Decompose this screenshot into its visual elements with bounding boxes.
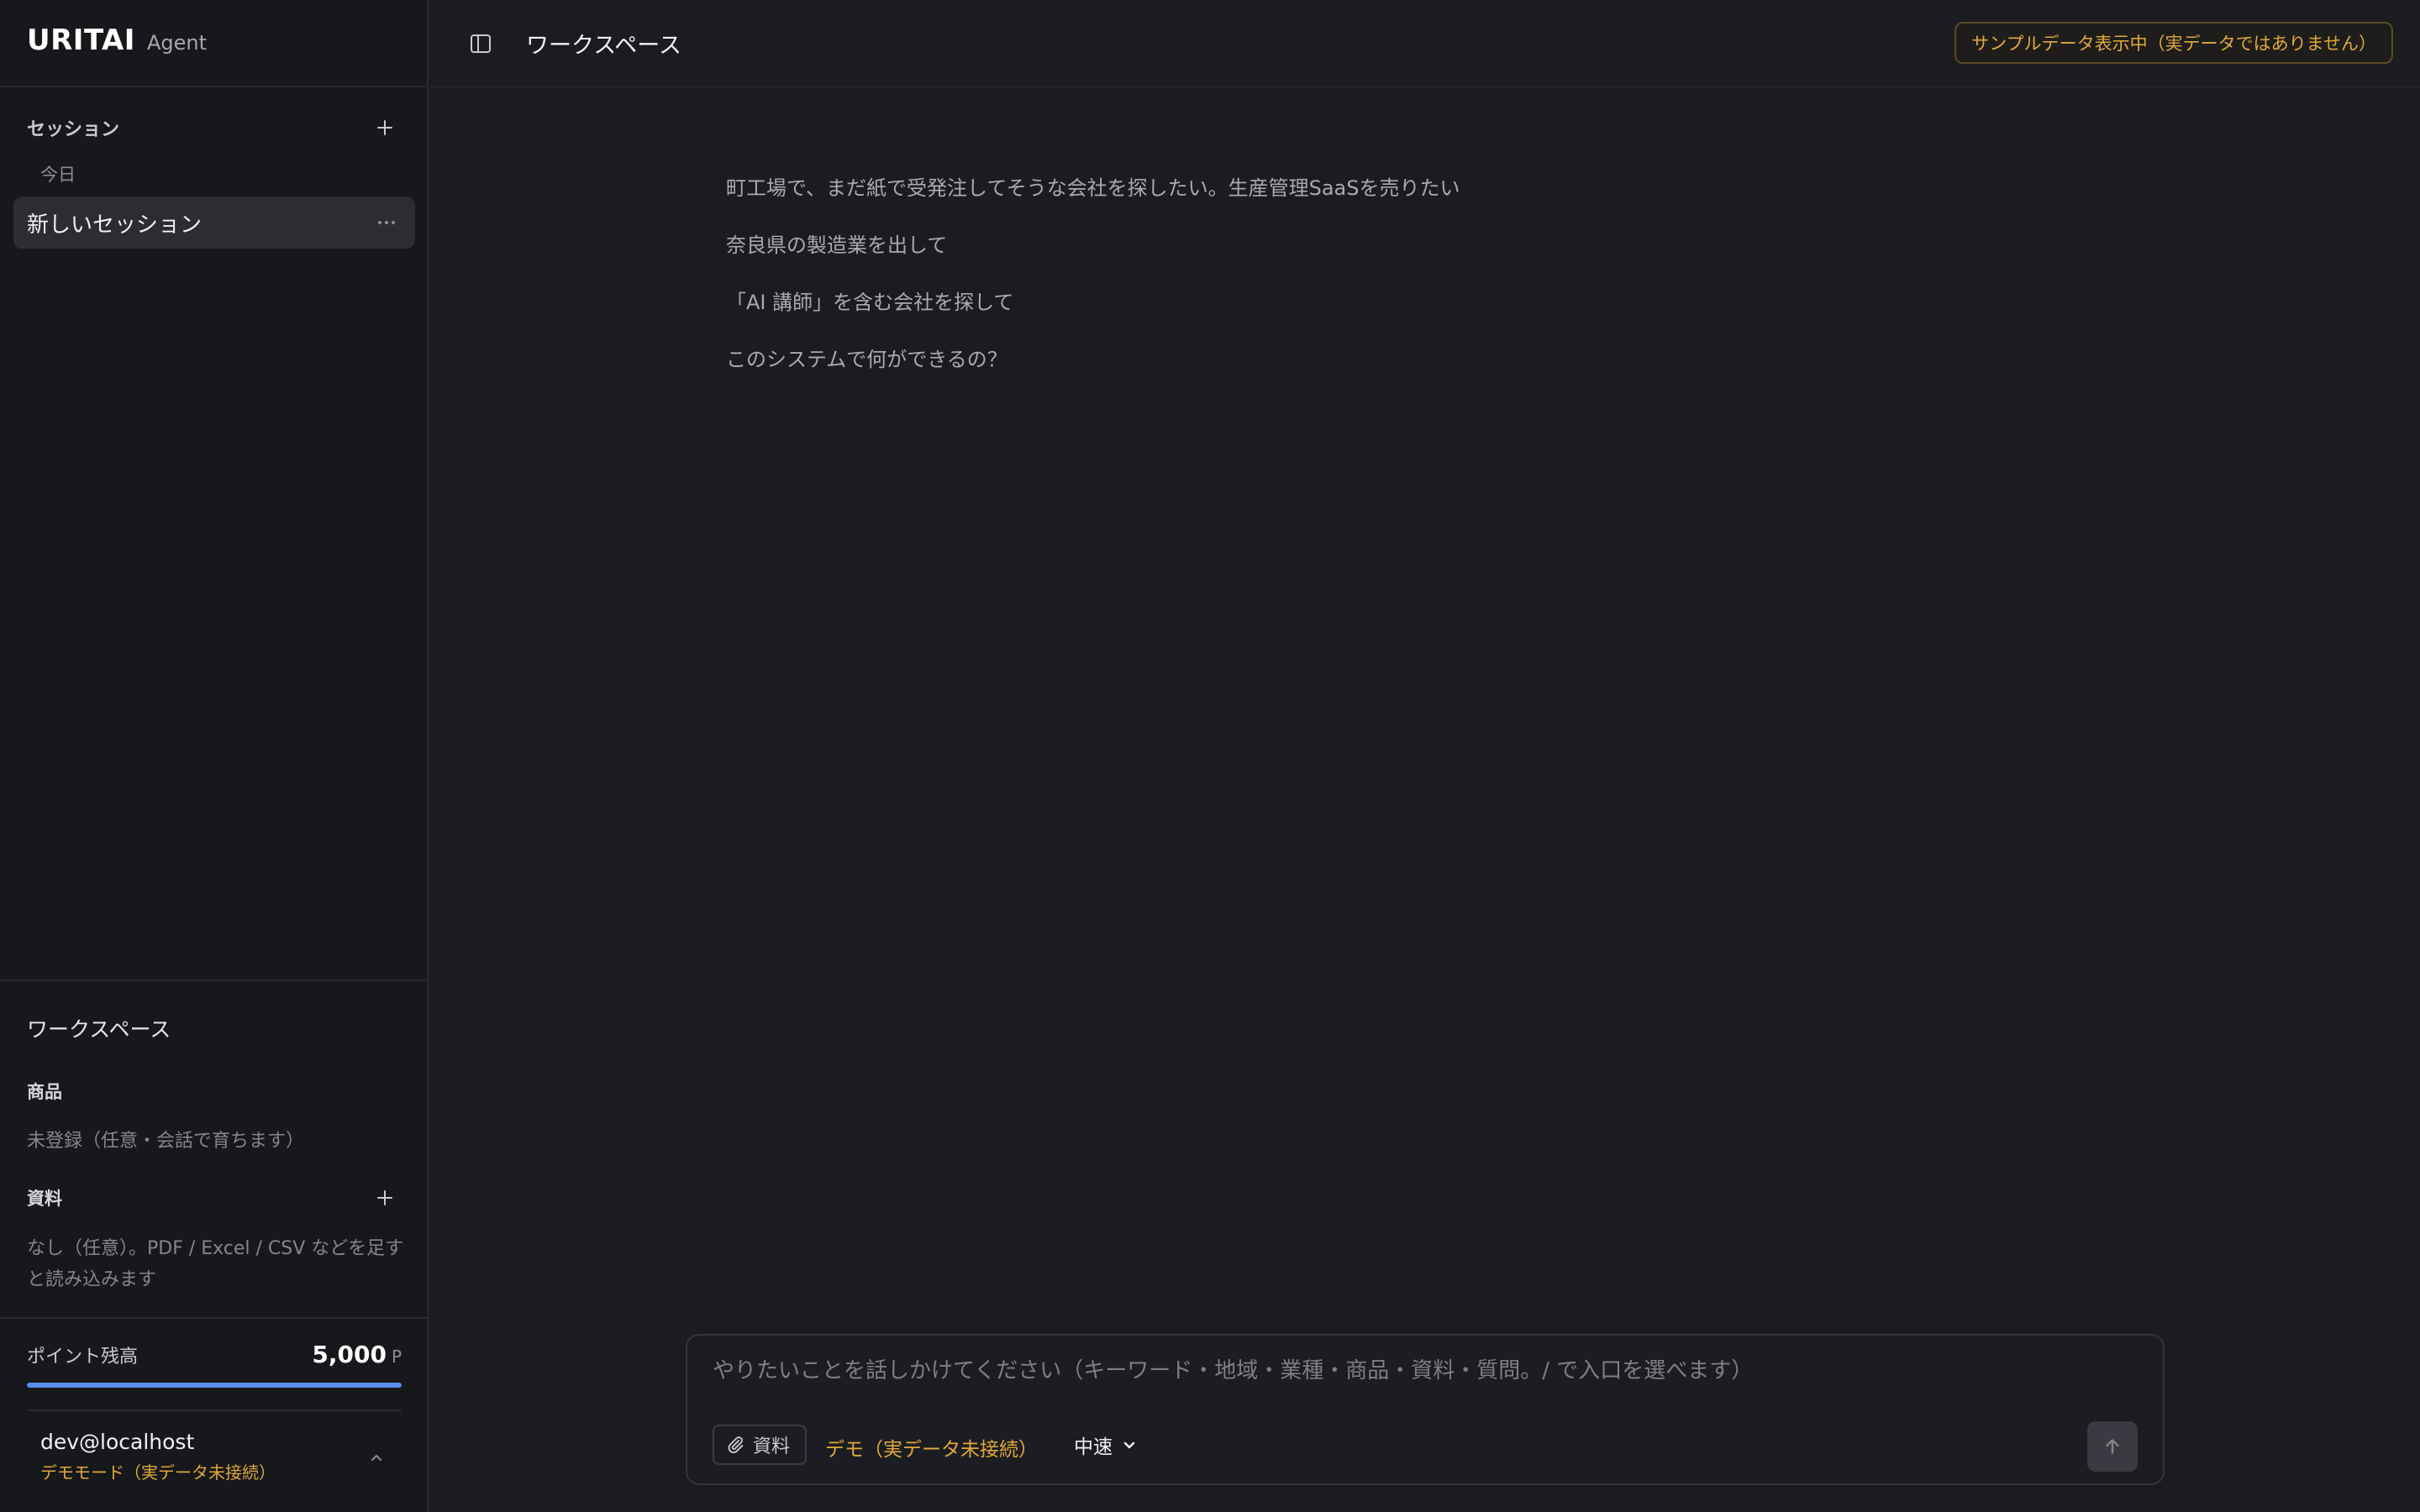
session-group-label: 今日 — [40, 165, 76, 185]
points-amount: 5,000 P — [312, 1341, 402, 1368]
divider — [0, 979, 427, 981]
session-item[interactable]: 新しいセッション — [13, 197, 415, 249]
top-bar: ワークスペース サンプルデータ表示中（実データではありません） — [430, 0, 2420, 87]
demo-status: デモ（実データ未接続） — [825, 1439, 1038, 1461]
user-email: dev@localhost — [40, 1430, 195, 1454]
new-session-button[interactable] — [368, 111, 402, 144]
session-item-label: 新しいセッション — [27, 212, 203, 238]
points-label: ポイント残高 — [27, 1347, 139, 1368]
sidebar-toggle-button[interactable] — [464, 27, 497, 60]
composer: 資料 デモ（実データ未接続） 中速 — [686, 1334, 2165, 1485]
sessions-header: セッション — [27, 111, 402, 144]
materials-header: 資料 — [27, 1181, 402, 1215]
suggestion-list: 町工場で、まだ紙で受発注してそうな会社を探したい。生産管理SaaSを売りたい 奈… — [726, 171, 1460, 400]
divider — [0, 1317, 427, 1319]
user-mode: デモモード（実データ未接続） — [40, 1462, 276, 1483]
chevron-down-icon — [1123, 1441, 1135, 1449]
suggestion-item[interactable]: 町工場で、まだ紙で受発注してそうな会社を探したい。生産管理SaaSを売りたい — [726, 171, 1460, 228]
sessions-title: セッション — [27, 119, 120, 140]
add-material-button[interactable] — [368, 1181, 402, 1215]
divider — [0, 86, 427, 87]
product-section-title: 商品 — [27, 1082, 62, 1102]
points-value: 5,000 — [312, 1341, 387, 1368]
brand-subtitle: Agent — [146, 31, 208, 55]
points-balance: ポイント残高 5,000 P — [27, 1341, 402, 1368]
sidebar-toggle-icon — [471, 34, 491, 53]
plus-icon — [377, 120, 392, 135]
page-title: ワークスペース — [526, 33, 681, 59]
message-input[interactable] — [711, 1352, 2139, 1389]
paperclip-icon — [728, 1436, 744, 1453]
suggestion-item[interactable]: 奈良県の製造業を出して — [726, 228, 1460, 286]
user-account[interactable]: dev@localhost デモモード（実データ未接続） — [40, 1430, 276, 1483]
suggestion-item[interactable]: このシステムで何ができるの？ — [726, 343, 1460, 400]
sidebar: URITAI Agent セッション 今日 新しいセッション ワークスペース 商… — [0, 0, 429, 1512]
sample-data-badge: サンプルデータ表示中（実データではありません） — [1954, 22, 2393, 64]
speed-select-label: 中速 — [1074, 1436, 1113, 1458]
workspace-title: ワークスペース — [27, 1017, 171, 1042]
plus-icon — [377, 1190, 392, 1205]
user-menu-toggle[interactable] — [363, 1445, 390, 1472]
product-value: 未登録（任意・会話で育ちます） — [27, 1131, 305, 1152]
divider — [27, 1410, 402, 1411]
speed-select[interactable]: 中速 — [1074, 1428, 1138, 1462]
points-progress-bar — [27, 1383, 402, 1388]
points-progress-fill — [27, 1383, 402, 1388]
attach-material-button[interactable]: 資料 — [713, 1425, 808, 1465]
suggestion-item[interactable]: 「AI 講師」を含む会社を探して — [726, 286, 1460, 343]
materials-section-title: 資料 — [27, 1189, 62, 1209]
send-button[interactable] — [2087, 1421, 2138, 1472]
materials-description: なし（任意）。PDF / Excel / CSV などを足すと読み込みます — [27, 1238, 404, 1290]
brand-name: URITAI — [27, 24, 135, 57]
brand: URITAI Agent — [27, 24, 207, 57]
arrow-up-icon — [2106, 1439, 2119, 1454]
more-dots-icon — [378, 221, 395, 224]
points-unit: P — [391, 1347, 402, 1367]
chevron-up-icon — [371, 1455, 381, 1461]
attach-material-label: 資料 — [753, 1436, 791, 1457]
session-options-button[interactable] — [371, 207, 402, 238]
